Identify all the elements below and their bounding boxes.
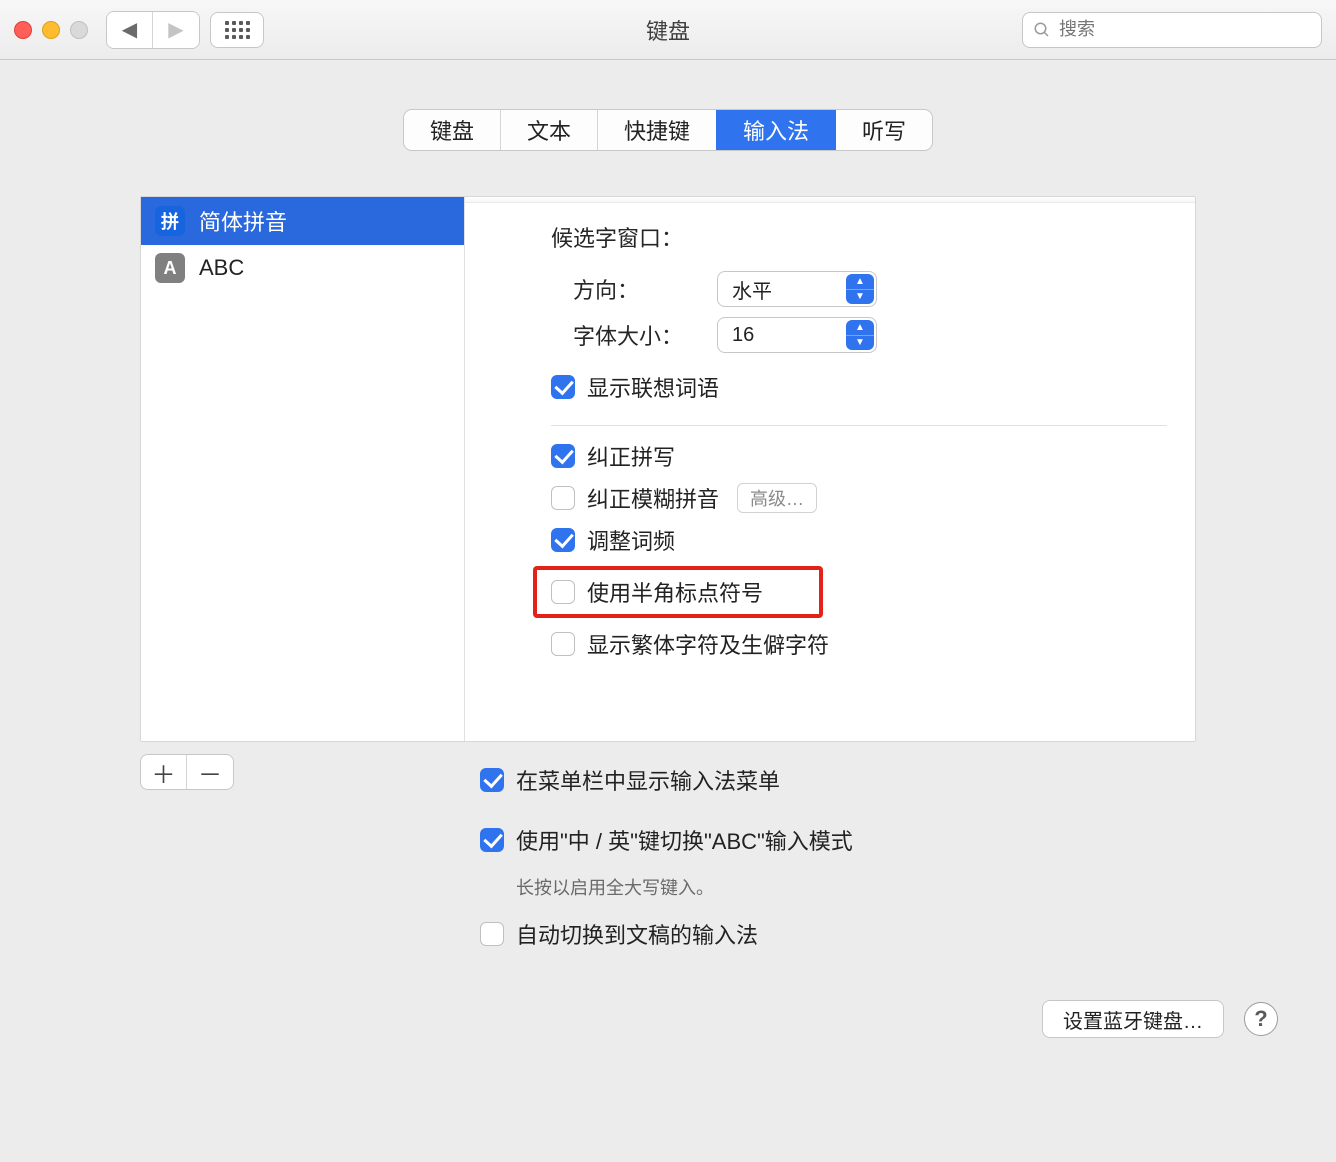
- plus-icon: ＋: [152, 755, 176, 790]
- direction-row: 方向： 水平 ▲▼: [573, 271, 1167, 307]
- halfwidth-punct-checkbox[interactable]: [551, 580, 575, 604]
- panel: 拼 简体拼音 A ABC 候选字窗口： 方向： 水平 ▲▼: [140, 196, 1196, 960]
- nav-back-button[interactable]: ◀: [107, 12, 153, 48]
- input-source-list: 拼 简体拼音 A ABC: [141, 197, 465, 741]
- adjust-freq-row: 调整词频: [551, 524, 1167, 556]
- correct-spelling-label: 纠正拼写: [587, 440, 675, 472]
- fontsize-value: 16: [732, 324, 754, 347]
- show-in-menubar-checkbox[interactable]: [480, 768, 504, 792]
- source-label: 简体拼音: [199, 205, 287, 237]
- remove-source-button[interactable]: －: [187, 755, 233, 789]
- chevron-right-icon: ▶: [168, 17, 183, 42]
- grid-icon: [225, 21, 250, 39]
- halfwidth-punct-row: 使用半角标点符号: [551, 576, 805, 608]
- tab-shortcuts[interactable]: 快捷键: [598, 110, 717, 150]
- minus-icon: －: [198, 755, 222, 790]
- source-settings: 候选字窗口： 方向： 水平 ▲▼ 字体大小： 16 ▲▼: [465, 197, 1195, 741]
- titlebar: ◀ ▶ 键盘: [0, 0, 1336, 60]
- show-trad-row: 显示繁体字符及生僻字符: [551, 628, 1167, 660]
- auto-switch-row: 自动切换到文稿的输入法: [480, 918, 853, 950]
- fontsize-row: 字体大小： 16 ▲▼: [573, 317, 1167, 353]
- window-controls: [14, 21, 88, 39]
- close-window[interactable]: [14, 21, 32, 39]
- search-icon: [1033, 21, 1051, 39]
- correct-spelling-checkbox[interactable]: [551, 444, 575, 468]
- fuzzy-advanced-button[interactable]: 高级…: [737, 483, 817, 513]
- tab-keyboard[interactable]: 键盘: [404, 110, 501, 150]
- fontsize-select[interactable]: 16 ▲▼: [717, 317, 877, 353]
- add-source-button[interactable]: ＋: [141, 755, 187, 789]
- add-remove-source: ＋ －: [140, 754, 234, 790]
- below-panel: ＋ － 在菜单栏中显示输入法菜单 使用"中 / 英"键切换"ABC"输入模式 长…: [140, 754, 1196, 960]
- fuzzy-pinyin-checkbox[interactable]: [551, 486, 575, 510]
- toggle-abc-row: 使用"中 / 英"键切换"ABC"输入模式: [480, 824, 853, 856]
- show-assoc-checkbox[interactable]: [551, 375, 575, 399]
- candidate-section-title: 候选字窗口：: [551, 221, 1167, 253]
- nav-forward-button[interactable]: ▶: [153, 12, 199, 48]
- fuzzy-pinyin-row: 纠正模糊拼音 高级…: [551, 482, 1167, 514]
- abc-badge-icon: A: [155, 253, 185, 283]
- adjust-freq-label: 调整词频: [587, 524, 675, 556]
- fontsize-label: 字体大小：: [573, 319, 697, 351]
- scroll-edge: [465, 197, 1195, 203]
- global-options: 在菜单栏中显示输入法菜单 使用"中 / 英"键切换"ABC"输入模式 长按以启用…: [480, 754, 853, 960]
- show-trad-checkbox[interactable]: [551, 632, 575, 656]
- toggle-abc-checkbox[interactable]: [480, 828, 504, 852]
- source-label: ABC: [199, 255, 244, 281]
- adjust-freq-checkbox[interactable]: [551, 528, 575, 552]
- show-in-menubar-label: 在菜单栏中显示输入法菜单: [516, 764, 780, 796]
- bluetooth-keyboard-button[interactable]: 设置蓝牙键盘…: [1042, 1000, 1224, 1038]
- show-trad-label: 显示繁体字符及生僻字符: [587, 628, 829, 660]
- show-all-prefs-button[interactable]: [210, 12, 264, 48]
- toggle-abc-label: 使用"中 / 英"键切换"ABC"输入模式: [516, 824, 853, 856]
- auto-switch-label: 自动切换到文稿的输入法: [516, 918, 758, 950]
- source-pinyin[interactable]: 拼 简体拼音: [141, 197, 464, 245]
- search-input[interactable]: [1059, 19, 1311, 40]
- source-abc[interactable]: A ABC: [141, 245, 464, 291]
- pinyin-badge-icon: 拼: [155, 206, 185, 236]
- select-stepper-icon: ▲▼: [846, 320, 874, 350]
- show-assoc-label: 显示联想词语: [587, 371, 719, 403]
- divider: [551, 425, 1167, 426]
- halfwidth-punct-highlight: 使用半角标点符号: [533, 566, 823, 618]
- show-assoc-row: 显示联想词语: [551, 371, 1167, 403]
- question-icon: ?: [1254, 1006, 1267, 1032]
- minimize-window[interactable]: [42, 21, 60, 39]
- select-stepper-icon: ▲▼: [846, 274, 874, 304]
- direction-value: 水平: [732, 275, 772, 304]
- show-in-menubar-row: 在菜单栏中显示输入法菜单: [480, 764, 853, 796]
- direction-label: 方向：: [573, 273, 697, 305]
- zoom-window[interactable]: [70, 21, 88, 39]
- content: 键盘 文本 快捷键 输入法 听写 拼 简体拼音 A ABC 候选字窗口：: [0, 60, 1336, 1162]
- fuzzy-pinyin-label: 纠正模糊拼音: [587, 482, 719, 514]
- correct-spelling-row: 纠正拼写: [551, 440, 1167, 472]
- search-field[interactable]: [1022, 12, 1322, 48]
- toggle-abc-hint: 长按以启用全大写键入。: [516, 874, 853, 900]
- direction-select[interactable]: 水平 ▲▼: [717, 271, 877, 307]
- chevron-left-icon: ◀: [122, 17, 137, 42]
- halfwidth-punct-label: 使用半角标点符号: [587, 576, 763, 608]
- nav-back-forward: ◀ ▶: [106, 11, 200, 49]
- bottom-actions: 设置蓝牙键盘… ?: [1042, 1000, 1278, 1038]
- auto-switch-checkbox[interactable]: [480, 922, 504, 946]
- tab-dictation[interactable]: 听写: [836, 110, 932, 150]
- tab-bar: 键盘 文本 快捷键 输入法 听写: [404, 110, 932, 150]
- tab-input-sources[interactable]: 输入法: [717, 110, 836, 150]
- tab-text[interactable]: 文本: [501, 110, 598, 150]
- help-button[interactable]: ?: [1244, 1002, 1278, 1036]
